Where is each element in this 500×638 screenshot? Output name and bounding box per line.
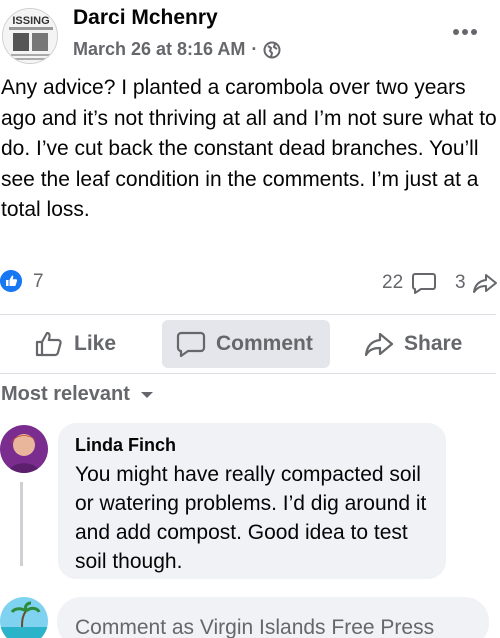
more-options-icon[interactable] <box>450 22 480 42</box>
share-count[interactable]: 3 <box>455 272 466 294</box>
like-button[interactable]: Like <box>34 320 116 368</box>
comment-button[interactable]: Comment <box>162 320 330 368</box>
sort-label: Most relevant <box>1 383 130 405</box>
share-icon <box>364 332 394 357</box>
like-button-label: Like <box>74 332 117 355</box>
comment-count-icon[interactable] <box>411 271 437 295</box>
post-author-name[interactable]: Darci Mchenry <box>73 6 218 30</box>
share-button[interactable]: Share <box>364 320 462 368</box>
author-avatar[interactable]: ISSING <box>2 8 58 64</box>
globe-icon[interactable] <box>263 41 281 59</box>
comment-thread-line <box>20 482 23 566</box>
post-meta: March 26 at 8:16 AM · <box>73 39 281 60</box>
like-reaction-icon[interactable] <box>0 270 22 292</box>
poster-title: ISSING <box>12 15 49 27</box>
comment-button-label: Comment <box>216 332 313 355</box>
comment-text: You might have really compacted soil or … <box>75 463 427 573</box>
comment-bubble: Linda Finch You might have really compac… <box>58 423 446 579</box>
post-body: Any advice? I planted a carombola over t… <box>1 76 497 221</box>
meta-separator: · <box>251 39 258 59</box>
page-profile-photo <box>0 597 48 638</box>
reactions-summary: 7 22 3 <box>0 268 500 302</box>
thumbs-up-icon <box>35 331 62 357</box>
post-timestamp[interactable]: March 26 at 8:16 AM <box>73 39 245 60</box>
commenter-photo <box>0 425 48 473</box>
actions-divider-bottom <box>0 373 496 374</box>
commenter-avatar[interactable] <box>0 425 48 473</box>
composer-avatar[interactable] <box>0 597 48 638</box>
like-count[interactable]: 7 <box>33 271 44 293</box>
comment-composer-input[interactable] <box>57 597 489 638</box>
share-button-label: Share <box>404 332 463 355</box>
comment-sort-dropdown[interactable]: Most relevant <box>1 383 154 406</box>
comment-author-name[interactable]: Linda Finch <box>75 435 446 456</box>
share-count-icon[interactable] <box>472 271 498 295</box>
actions-divider-top <box>0 314 496 315</box>
comment-icon <box>176 331 206 358</box>
missing-poster-image: ISSING <box>3 9 57 63</box>
post-header: ISSING Darci Mchenry March 26 at 8:16 AM… <box>0 0 500 68</box>
comment-count[interactable]: 22 <box>382 272 403 294</box>
caret-down-icon <box>140 391 153 398</box>
